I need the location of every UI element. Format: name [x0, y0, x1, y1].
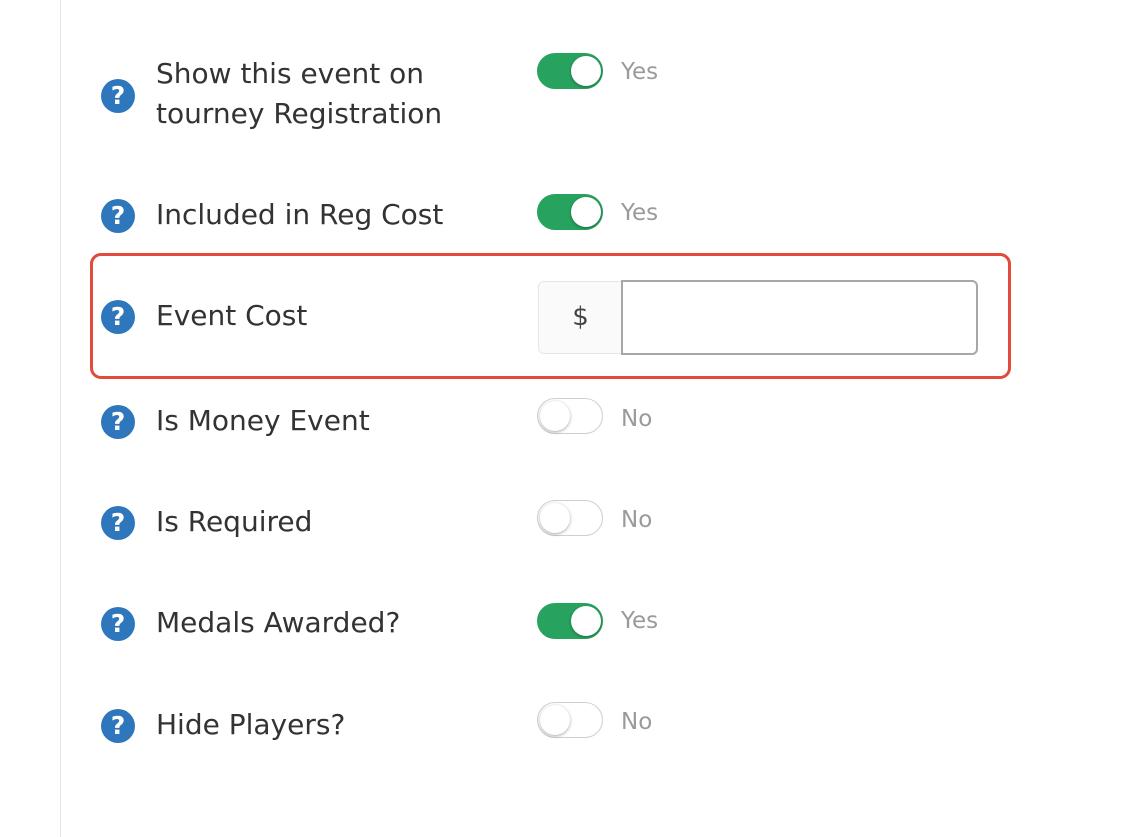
is-required-status: No	[621, 507, 653, 533]
is-money-event-status: No	[621, 406, 653, 432]
setting-label-show-on-registration-line2: tourney Registration	[156, 97, 443, 130]
setting-label-is-money-event: Is Money Event	[156, 404, 370, 437]
included-in-reg-cost-toggle[interactable]	[537, 194, 603, 230]
medals-awarded-status: Yes	[621, 608, 659, 634]
hide-players-toggle[interactable]	[537, 702, 603, 738]
included-in-reg-cost-status: Yes	[621, 200, 659, 226]
toggle-knob	[540, 401, 570, 431]
medals-awarded-toggle[interactable]	[537, 603, 603, 639]
question-circle-icon[interactable]: ?	[101, 300, 135, 334]
show-on-registration-status: Yes	[621, 59, 659, 85]
setting-label-show-on-registration: Show this event on	[156, 57, 424, 90]
toggle-knob	[571, 606, 601, 636]
toggle-knob	[571, 197, 601, 227]
currency-addon: $	[538, 281, 622, 354]
setting-label-is-required: Is Required	[156, 505, 313, 538]
setting-label-event-cost: Event Cost	[156, 299, 308, 332]
question-circle-icon[interactable]: ?	[101, 709, 135, 743]
question-circle-icon[interactable]: ?	[101, 607, 135, 641]
hide-players-status: No	[621, 709, 653, 735]
panel-left-border	[60, 0, 61, 837]
question-circle-icon[interactable]: ?	[101, 79, 135, 113]
setting-label-included-in-reg-cost: Included in Reg Cost	[156, 198, 444, 231]
question-circle-icon[interactable]: ?	[101, 506, 135, 540]
question-circle-icon[interactable]: ?	[101, 199, 135, 233]
event-cost-input[interactable]	[621, 280, 978, 355]
setting-label-medals-awarded: Medals Awarded?	[156, 606, 401, 639]
is-required-toggle[interactable]	[537, 500, 603, 536]
event-settings-panel: ? Show this event on tourney Registratio…	[0, 0, 1141, 837]
setting-label-hide-players: Hide Players?	[156, 708, 346, 741]
question-circle-icon[interactable]: ?	[101, 405, 135, 439]
toggle-knob	[571, 56, 601, 86]
toggle-knob	[540, 705, 570, 735]
toggle-knob	[540, 503, 570, 533]
is-money-event-toggle[interactable]	[537, 398, 603, 434]
show-on-registration-toggle[interactable]	[537, 53, 603, 89]
